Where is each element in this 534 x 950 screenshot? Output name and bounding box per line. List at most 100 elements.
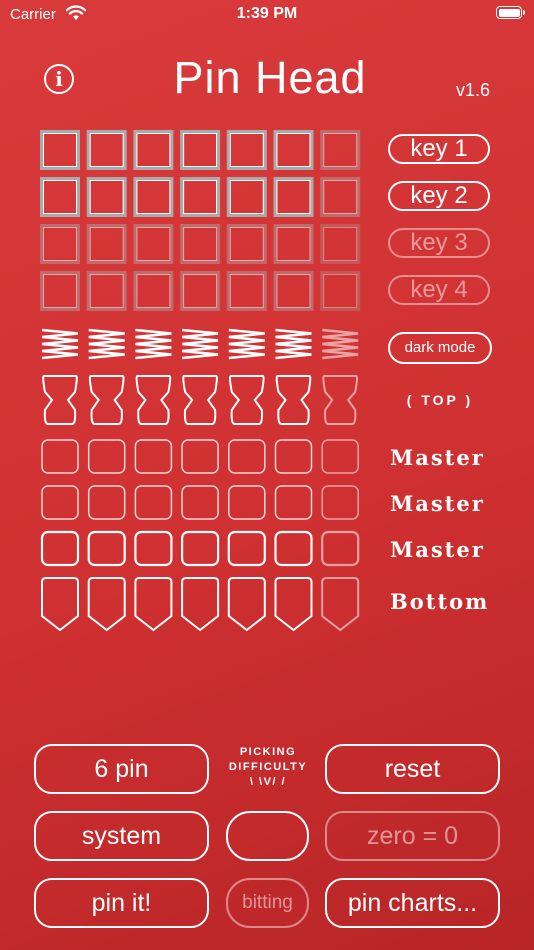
master-wafer <box>181 439 219 474</box>
key-cell <box>133 130 174 170</box>
key-cell <box>40 271 80 311</box>
driver-pin <box>322 375 358 425</box>
key-2-button[interactable]: key 2 <box>388 181 490 211</box>
key-cell-inner <box>183 274 218 308</box>
master-wafer <box>321 439 359 474</box>
master-wafer <box>321 530 360 567</box>
master-wafer <box>87 485 126 520</box>
key-cell-inner <box>136 133 171 167</box>
key-cell <box>40 130 80 170</box>
pin-it-button[interactable]: pin it! <box>34 878 209 928</box>
master-label-2: Master <box>390 491 485 516</box>
key-cell <box>180 271 221 311</box>
key-pin <box>41 577 79 632</box>
key-cell <box>40 177 80 217</box>
top-label: ( TOP ) <box>406 392 474 408</box>
key-cell <box>320 177 361 217</box>
key-cell <box>226 130 267 170</box>
key-cell-inner <box>89 274 124 308</box>
driver-pin <box>182 375 218 425</box>
key-pin <box>181 577 220 632</box>
app-title: Pin Head <box>173 52 367 103</box>
key-cell <box>40 224 80 264</box>
status-bar: Carrier 1:39 PM <box>0 0 534 30</box>
difficulty-button[interactable] <box>226 811 309 861</box>
master-wafer <box>134 530 173 567</box>
master-label-1: Master <box>390 445 485 470</box>
bitting-button[interactable]: bitting <box>226 878 309 928</box>
picking-difficulty-label: PICKING DIFFICULTY \ \V/ / <box>218 745 318 790</box>
key-cell <box>273 224 314 264</box>
clock: 1:39 PM <box>236 5 298 22</box>
key-cell <box>320 224 361 264</box>
pin-charts-button[interactable]: pin charts... <box>325 878 500 928</box>
key-cell-inner <box>136 274 171 308</box>
reset-button[interactable]: reset <box>325 744 500 794</box>
spring <box>41 328 79 360</box>
key-cell <box>273 130 314 170</box>
key-cell-inner <box>229 133 264 167</box>
driver-pin <box>42 375 78 425</box>
key-cell <box>226 271 267 311</box>
key-cell-inner <box>136 180 171 214</box>
key-cell-inner <box>183 227 218 261</box>
key-cell <box>133 224 174 264</box>
key-cell <box>86 177 127 217</box>
key-cell-inner <box>229 180 264 214</box>
driver-pin <box>135 375 172 425</box>
key-4-button[interactable]: key 4 <box>388 275 490 305</box>
dark-mode-button[interactable]: dark mode <box>388 332 492 364</box>
master-wafer <box>321 485 359 520</box>
system-button[interactable]: system <box>34 811 209 861</box>
key-cell <box>180 224 221 264</box>
master-wafer <box>41 439 79 474</box>
key-cell <box>133 177 174 217</box>
pin-grid <box>40 130 361 632</box>
key-cell-inner <box>229 227 264 261</box>
master-wafer <box>274 439 313 474</box>
master-wafer <box>87 439 126 474</box>
key-pin <box>321 577 360 632</box>
picking-difficulty-line-1: PICKING <box>239 746 297 758</box>
version-label: v1.6 <box>456 80 491 100</box>
key-cell-inner <box>43 133 77 167</box>
master-wafer <box>40 530 80 567</box>
driver-pin <box>229 375 265 425</box>
pin-count-button[interactable]: 6 pin <box>34 744 209 794</box>
key-cell-inner <box>276 274 311 308</box>
key-pin <box>274 577 313 632</box>
key-3-button[interactable]: key 3 <box>388 228 490 258</box>
master-wafer <box>87 530 126 567</box>
key-pin <box>87 577 126 632</box>
key-cell-inner <box>323 180 358 214</box>
key-cell-inner <box>183 133 218 167</box>
key-cell-inner <box>323 133 358 167</box>
master-wafer <box>228 439 266 474</box>
key-cell <box>273 271 314 311</box>
key-cell <box>133 271 174 311</box>
key-pin <box>134 577 173 632</box>
battery-icon <box>496 6 525 19</box>
spring <box>228 328 265 360</box>
spring <box>135 328 172 360</box>
zero-button[interactable]: zero = 0 <box>325 811 500 861</box>
spring <box>181 328 219 360</box>
key-cell <box>320 271 361 311</box>
master-wafer <box>41 485 79 520</box>
key-cell <box>226 224 267 264</box>
key-cell-inner <box>89 227 124 261</box>
spring <box>275 328 312 360</box>
key-1-button[interactable]: key 1 <box>388 134 490 164</box>
spring <box>88 328 125 360</box>
key-cell-inner <box>136 227 171 261</box>
key-cell-inner <box>43 227 77 261</box>
master-wafer <box>274 530 313 567</box>
key-cell-inner <box>276 133 311 167</box>
driver-pin <box>275 375 312 425</box>
key-cell <box>180 130 221 170</box>
driver-pin <box>88 375 125 425</box>
info-icon[interactable]: i <box>44 64 74 94</box>
key-cell-inner <box>183 180 218 214</box>
key-cell <box>86 130 127 170</box>
key-cell-inner <box>276 180 311 214</box>
